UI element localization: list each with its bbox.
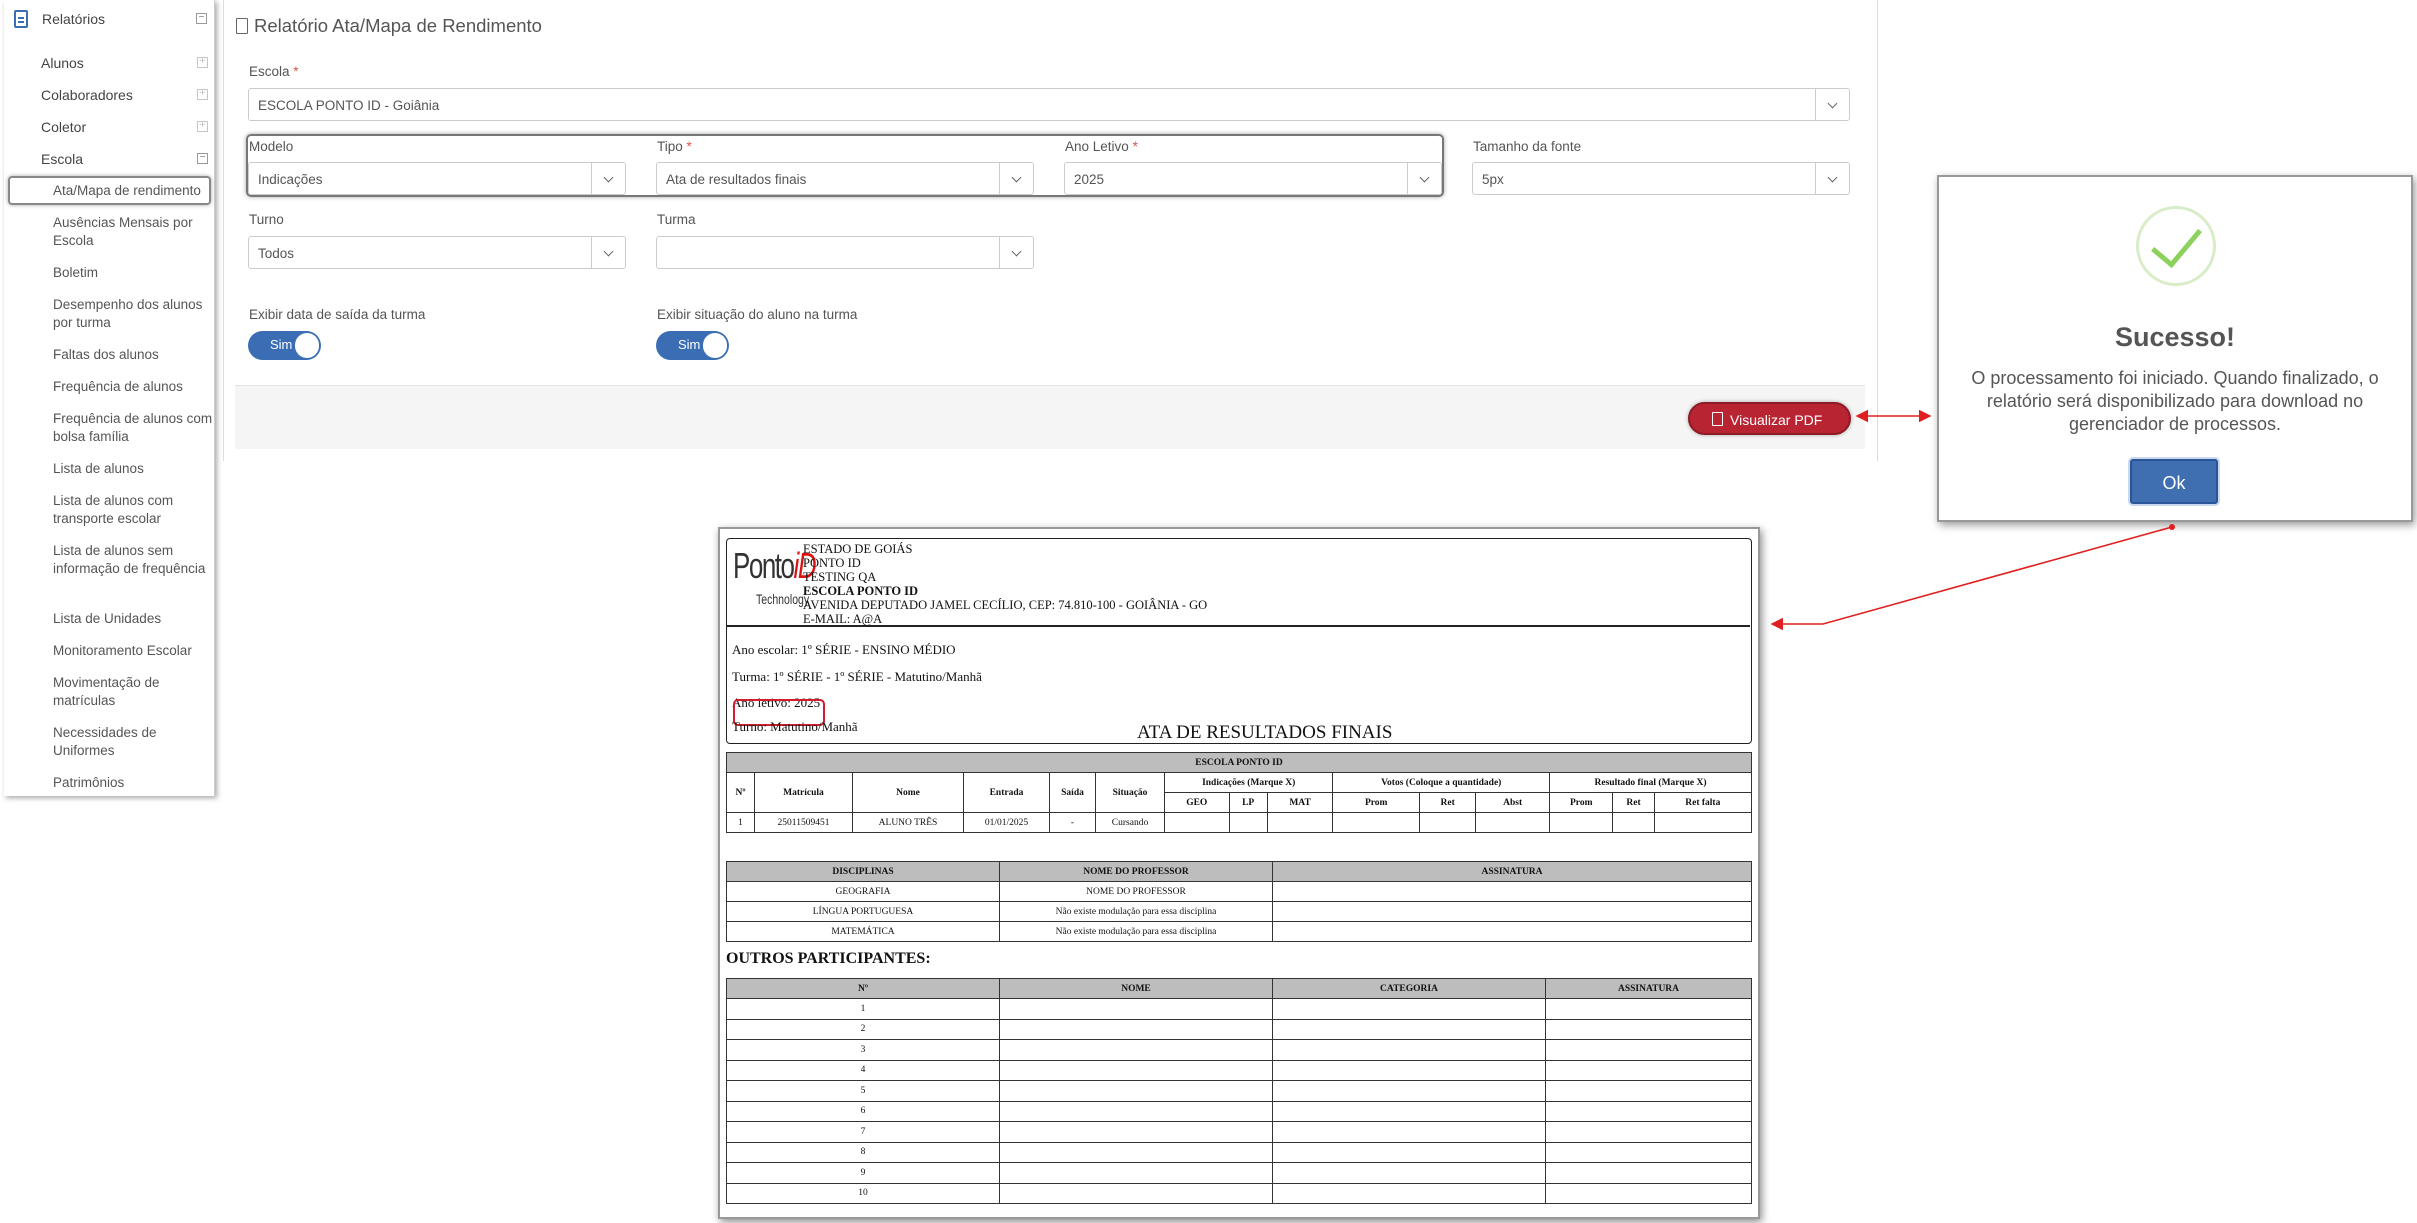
table-row: 4 xyxy=(726,1059,1752,1081)
sub-col: Ret xyxy=(1612,792,1655,813)
col-resultado: Resultado final (Marque X) xyxy=(1549,772,1752,793)
col-saida: Saída xyxy=(1049,772,1096,813)
pdf-preview: PontoiD Technology ESTADO DE GOIÁS PONTO… xyxy=(718,527,1760,1219)
sub-col: Ret xyxy=(1419,792,1477,813)
col-matricula: Matrícula xyxy=(754,772,853,813)
ano-escolar: Ano escolar: 1º SÉRIE - ENSINO MÉDIO xyxy=(732,642,956,657)
col-professor: NOME DO PROFESSOR xyxy=(999,861,1273,882)
table-row: 8 xyxy=(726,1141,1752,1163)
col-entrada: Entrada xyxy=(963,772,1050,813)
turma-info: Turma: 1º SÉRIE - 1º SÉRIE - Matutino/Ma… xyxy=(732,669,982,684)
sub-col: Prom xyxy=(1549,792,1614,813)
col-disciplinas: DISCIPLINAS xyxy=(726,861,1000,882)
header-divider xyxy=(727,625,1750,627)
pdf-header: PontoiD Technology ESTADO DE GOIÁS PONTO… xyxy=(726,538,1752,744)
turno-info: Turno: Matutino/Manhã xyxy=(732,719,858,734)
table-row: GEOGRAFIA NOME DO PROFESSOR xyxy=(726,881,1752,902)
sub-col: GEO xyxy=(1164,792,1230,813)
table-row: 7 xyxy=(726,1121,1752,1143)
table-row: 9 xyxy=(726,1162,1752,1184)
col-n: Nº xyxy=(726,978,1000,999)
col-nome: Nome xyxy=(852,772,964,813)
header-lines: ESTADO DE GOIÁS PONTO ID TESTING QA ESCO… xyxy=(803,542,1208,626)
table-row: LÍNGUA PORTUGUESA Não existe modulação pa… xyxy=(726,901,1752,922)
outros-table: Nº NOME CATEGORIA ASSINATURA 1 2 3 4 5 6… xyxy=(726,978,1752,1204)
outros-title: OUTROS PARTICIPANTES: xyxy=(726,950,931,967)
table-row: 1 25011509451 ALUNO TRÊS 01/01/2025 - Cu… xyxy=(726,812,1753,833)
col-assinatura: ASSINATURA xyxy=(1545,978,1752,999)
disciplinas-table: DISCIPLINAS NOME DO PROFESSOR ASSINATURA… xyxy=(726,861,1752,942)
sub-col: Abst xyxy=(1475,792,1551,813)
col-situacao: Situação xyxy=(1095,772,1165,813)
arrow-modal-to-pdf xyxy=(1770,526,2173,631)
sub-col: Ret falta xyxy=(1653,792,1753,813)
table-school: ESCOLA PONTO ID xyxy=(726,752,1752,773)
table-row: 6 xyxy=(726,1100,1752,1122)
col-categoria: CATEGORIA xyxy=(1272,978,1546,999)
col-votos: Votos (Coloque a quantidade) xyxy=(1332,772,1551,793)
ata-title: ATA DE RESULTADOS FINAIS xyxy=(1137,722,1393,743)
col-assinatura: ASSINATURA xyxy=(1272,861,1752,882)
students-table: ESCOLA PONTO ID Nº Matrícula Nome Entrad… xyxy=(726,752,1753,833)
logo-subtitle: Technology xyxy=(756,591,810,607)
col-indicacoes: Indicações (Marque X) xyxy=(1163,772,1334,793)
table-row: 2 xyxy=(726,1018,1752,1040)
table-row: 3 xyxy=(726,1039,1752,1061)
table-row: 1 xyxy=(726,998,1752,1020)
col-nome: NOME xyxy=(999,978,1273,999)
sub-col: Prom xyxy=(1332,792,1421,813)
table-row: MATEMÁTICA Não existe modulação para essa… xyxy=(726,921,1752,942)
sub-col: LP xyxy=(1228,792,1268,813)
col-n: Nº xyxy=(726,772,755,813)
table-row: 10 xyxy=(726,1182,1752,1204)
sub-col: MAT xyxy=(1266,792,1334,813)
table-row: 5 xyxy=(726,1080,1752,1102)
